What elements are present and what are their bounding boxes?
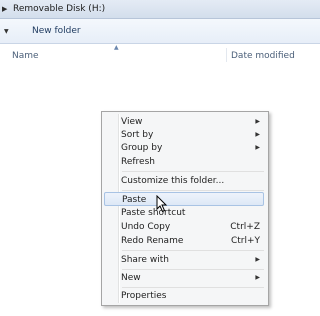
menu-item-new[interactable]: New ▶: [104, 271, 264, 285]
menu-item-label: View: [121, 117, 143, 127]
menu-item-label: Sort by: [121, 130, 154, 140]
submenu-arrow-icon: ▶: [255, 118, 260, 125]
menu-separator: [122, 250, 264, 251]
menu-separator: [122, 287, 264, 288]
menu-item-redo-rename[interactable]: Redo Rename Ctrl+Y: [104, 234, 264, 248]
menu-item-shortcut: Ctrl+Y: [230, 236, 260, 246]
menu-item-label: Customize this folder...: [121, 176, 225, 186]
menu-item-share-with[interactable]: Share with ▶: [104, 253, 264, 267]
address-bar[interactable]: ▶ Removable Disk (H:): [0, 0, 320, 19]
command-bar: ▼ New folder: [0, 19, 320, 44]
menu-item-customize-folder[interactable]: Customize this folder...: [104, 174, 264, 188]
chevron-right-icon[interactable]: ▶: [2, 5, 10, 13]
address-location[interactable]: Removable Disk (H:): [13, 4, 105, 14]
menu-item-undo-copy[interactable]: Undo Copy Ctrl+Z: [104, 220, 264, 234]
submenu-arrow-icon: ▶: [255, 256, 260, 263]
menu-item-label: New: [121, 273, 141, 283]
menu-item-properties[interactable]: Properties: [104, 289, 264, 303]
menu-item-sort-by[interactable]: Sort by ▶: [104, 128, 264, 142]
menu-item-label: Redo Rename: [121, 236, 184, 246]
menu-item-paste-shortcut[interactable]: Paste shortcut: [104, 206, 264, 220]
menu-separator: [122, 171, 264, 172]
menu-item-refresh[interactable]: Refresh: [104, 155, 264, 169]
menu-separator: [122, 269, 264, 270]
submenu-arrow-icon: ▶: [255, 274, 260, 281]
menu-separator: [122, 190, 264, 191]
column-date-modified-header[interactable]: Date modified: [231, 51, 295, 61]
mouse-pointer-icon: [156, 195, 168, 213]
menu-item-label: Paste shortcut: [121, 208, 186, 218]
menu-item-group-by[interactable]: Group by ▶: [104, 141, 264, 155]
menu-item-label: Refresh: [121, 157, 155, 167]
submenu-arrow-icon: ▶: [255, 131, 260, 138]
menu-item-view[interactable]: View ▶: [104, 115, 264, 129]
menu-item-label: Properties: [121, 291, 167, 301]
menu-item-label: Share with: [121, 255, 169, 265]
sort-arrow-icon: ▲: [114, 44, 119, 51]
column-divider[interactable]: [226, 48, 227, 62]
new-folder-button[interactable]: New folder: [32, 26, 81, 36]
menu-item-paste[interactable]: Paste: [104, 192, 264, 206]
menu-item-label: Paste: [122, 195, 147, 205]
chevron-down-icon[interactable]: ▼: [4, 28, 12, 35]
context-menu: View ▶ Sort by ▶ Group by ▶ Refresh Cust…: [101, 111, 269, 306]
menu-item-shortcut: Ctrl+Z: [230, 222, 260, 232]
menu-item-label: Group by: [121, 143, 163, 153]
column-header: ▲ Name Date modified: [0, 44, 320, 66]
menu-item-label: Undo Copy: [121, 222, 171, 232]
submenu-arrow-icon: ▶: [255, 144, 260, 151]
column-name-header[interactable]: Name: [12, 51, 39, 61]
